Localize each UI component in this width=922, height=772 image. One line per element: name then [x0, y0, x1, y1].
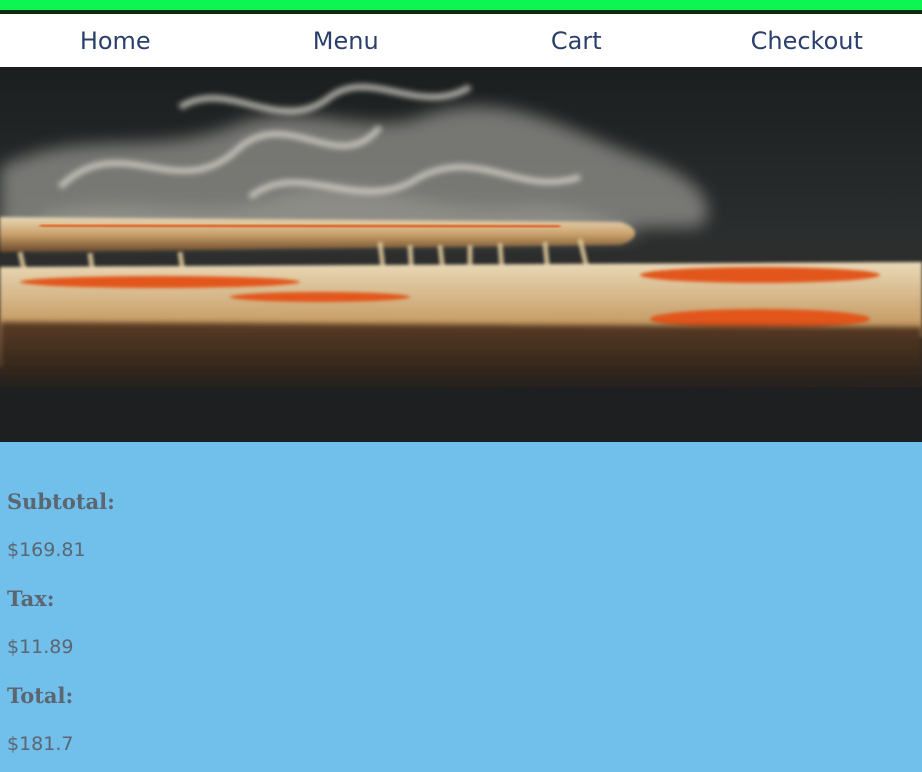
nav-cart-link[interactable]: Cart — [461, 27, 692, 55]
total-value: $181.7 — [7, 733, 74, 755]
hero-pizza-image — [0, 67, 922, 442]
subtotal-label: Subtotal: — [7, 489, 115, 514]
total-label: Total: — [7, 683, 74, 708]
top-accent-bar — [0, 0, 922, 14]
tax-value: $11.89 — [7, 636, 74, 658]
nav-home-link[interactable]: Home — [0, 27, 231, 55]
tax-label: Tax: — [7, 586, 55, 611]
order-summary: Subtotal: $169.81 Tax: $11.89 Total: $18… — [0, 442, 922, 756]
main-nav: Home Menu Cart Checkout — [0, 14, 922, 67]
nav-menu-link[interactable]: Menu — [231, 27, 462, 55]
subtotal-value: $169.81 — [7, 539, 86, 561]
pizza-steam-illustration — [0, 67, 922, 442]
nav-checkout-link[interactable]: Checkout — [692, 27, 922, 55]
